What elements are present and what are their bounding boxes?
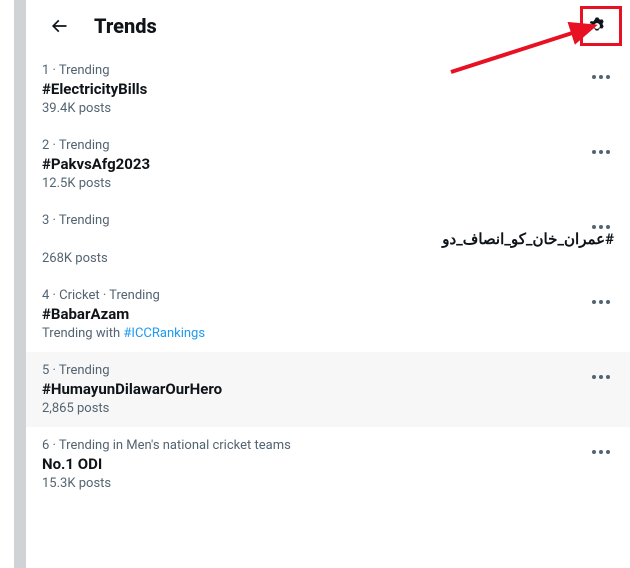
trend-item[interactable]: 4 · Cricket · Trending #BabarAzam Trending… [26, 277, 630, 352]
trend-item[interactable]: 3 · Trending #عمران_خان_کو_انصاف_دو 268K p… [26, 202, 630, 277]
trend-posts-count: 15.3K posts [42, 476, 614, 491]
back-button[interactable] [42, 9, 76, 43]
more-options-button[interactable] [584, 285, 618, 319]
trend-meta: 6 · Trending in Men's national cricket t… [42, 438, 614, 453]
ellipsis-icon [592, 150, 610, 154]
trend-posts-count: 39.4K posts [42, 101, 614, 116]
trend-item[interactable]: 5 · Trending #HumayunDilawarOurHero 2,865 … [26, 352, 630, 427]
trending-with-prefix: Trending with [42, 326, 123, 341]
trend-posts-count: 2,865 posts [42, 401, 614, 416]
gear-icon [587, 16, 607, 36]
ellipsis-icon [592, 300, 610, 304]
page-title: Trends [94, 14, 580, 38]
trend-topic: #ElectricityBills [42, 80, 614, 98]
trend-meta: 4 · Cricket · Trending [42, 288, 614, 303]
ellipsis-icon [592, 375, 610, 379]
trend-item[interactable]: 1 · Trending #ElectricityBills 39.4K posts [26, 52, 630, 127]
ellipsis-icon [592, 75, 610, 79]
trend-topic: #PakvsAfg2023 [42, 155, 614, 173]
more-options-button[interactable] [584, 60, 618, 94]
more-options-button[interactable] [584, 210, 618, 244]
trend-item[interactable]: 6 · Trending in Men's national cricket t… [26, 427, 630, 502]
ellipsis-icon [592, 450, 610, 454]
trend-posts-count: 12.5K posts [42, 176, 614, 191]
trend-topic: #عمران_خان_کو_انصاف_دو [42, 230, 614, 248]
trend-meta: 2 · Trending [42, 138, 614, 153]
ellipsis-icon [592, 225, 610, 229]
trend-meta: 3 · Trending [42, 213, 614, 228]
trends-page: Trends 1 · Trending #ElectricityBills 39.4… [26, 0, 630, 568]
left-sidebar-sliver [14, 0, 26, 568]
trend-topic: #BabarAzam [42, 305, 614, 323]
more-options-button[interactable] [584, 435, 618, 469]
trend-meta: 5 · Trending [42, 363, 614, 378]
trend-topic: No.1 ODI [42, 455, 614, 473]
trending-with-link[interactable]: #ICCRankings [123, 326, 205, 341]
more-options-button[interactable] [584, 135, 618, 169]
trending-with: Trending with #ICCRankings [42, 326, 614, 341]
page-header: Trends [26, 0, 630, 52]
more-options-button[interactable] [584, 360, 618, 394]
trend-meta: 1 · Trending [42, 63, 614, 78]
trend-posts-count: 268K posts [42, 251, 614, 266]
back-arrow-icon [49, 16, 69, 36]
trends-list: 1 · Trending #ElectricityBills 39.4K posts… [26, 52, 630, 502]
settings-button[interactable] [580, 9, 614, 43]
trend-topic: #HumayunDilawarOurHero [42, 380, 614, 398]
trend-item[interactable]: 2 · Trending #PakvsAfg2023 12.5K posts [26, 127, 630, 202]
